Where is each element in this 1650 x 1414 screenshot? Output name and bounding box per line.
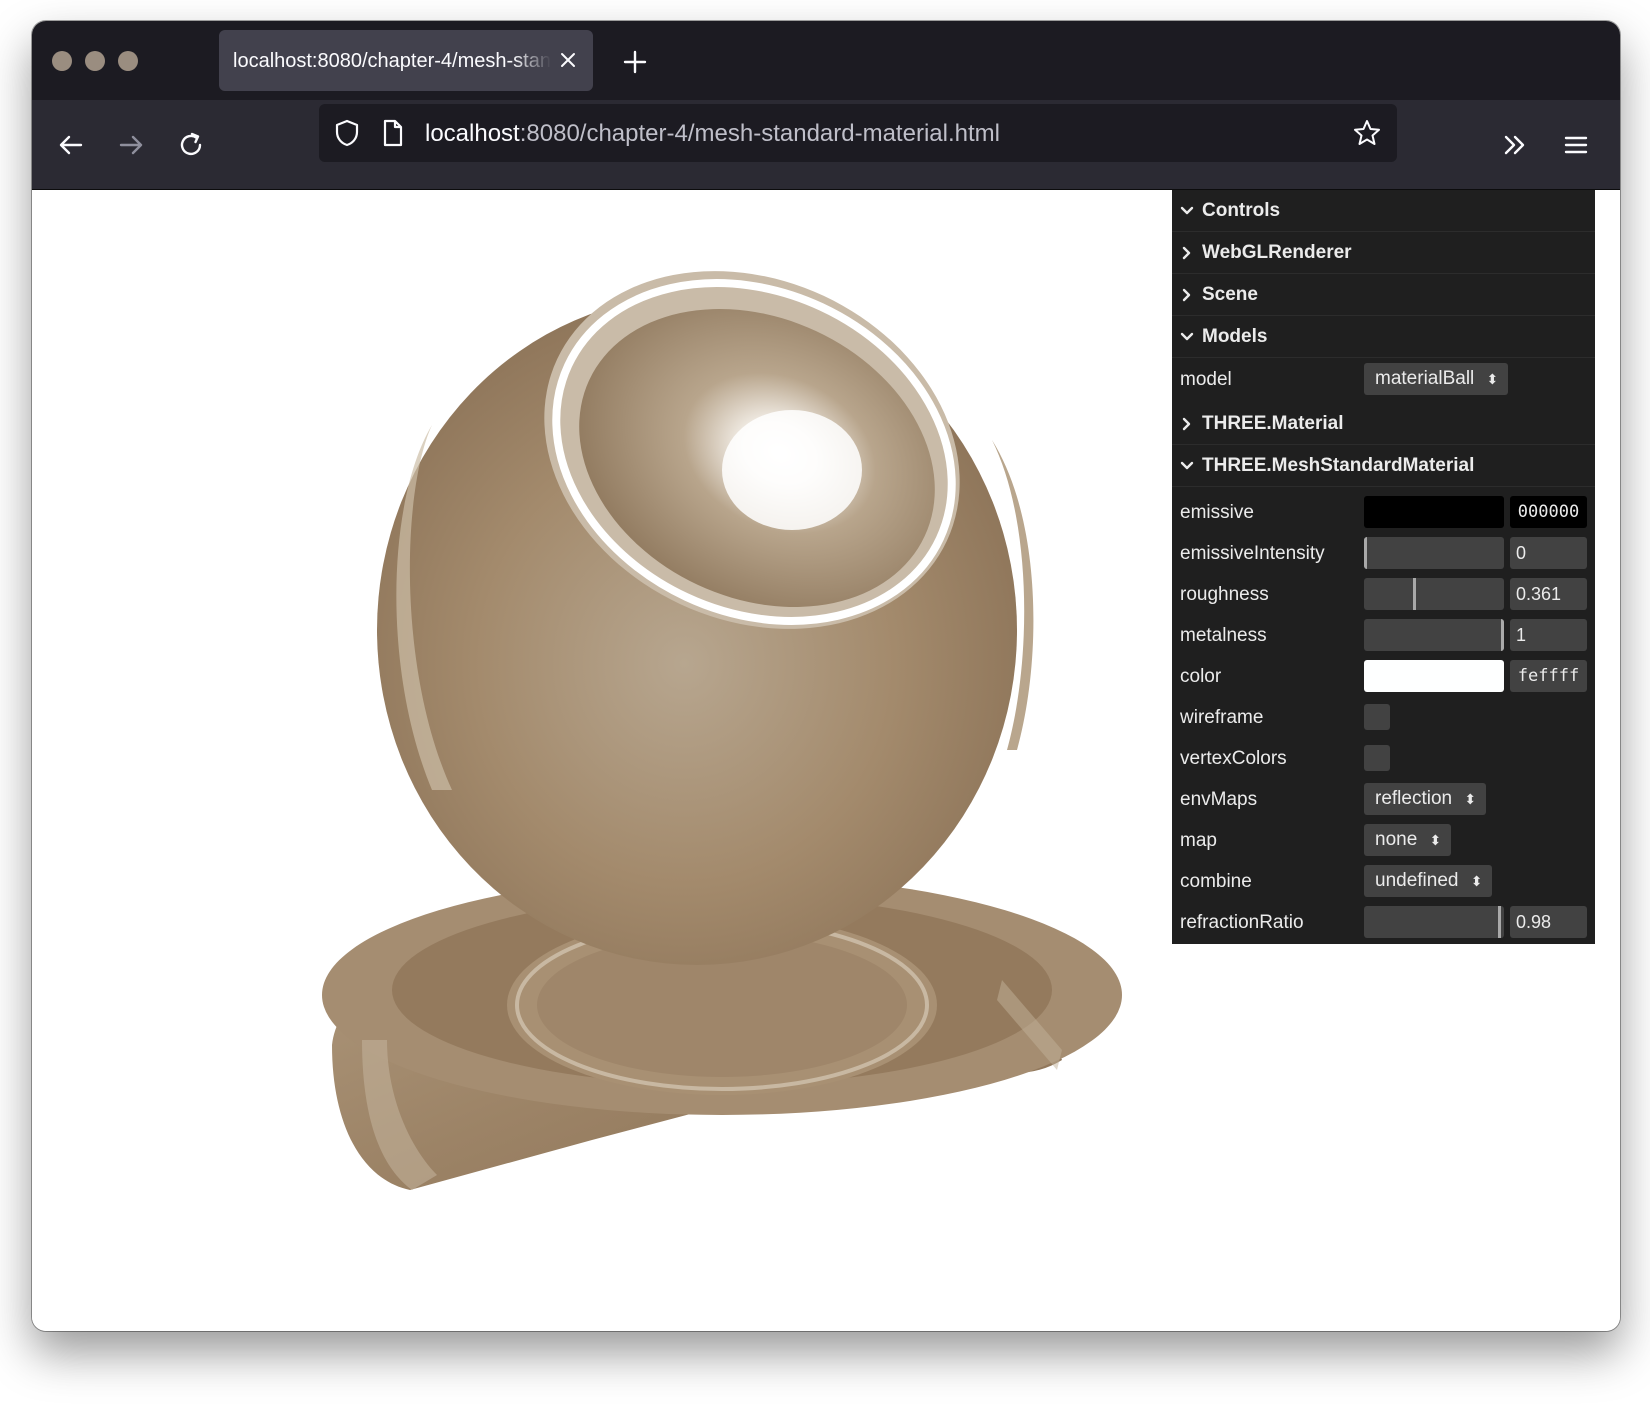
slider-handle[interactable] [1413,578,1417,610]
page-content: Controls WebGLRenderer Scene Models mode… [32,190,1620,1331]
scene-folder-header[interactable]: Scene [1172,274,1595,316]
combine-label: combine [1180,871,1252,892]
slider-handle[interactable] [1498,906,1502,938]
controls-panel: Controls WebGLRenderer Scene Models mode… [1172,190,1595,944]
model-label: model [1180,369,1232,390]
color-hex-input[interactable]: feffff [1510,660,1587,692]
roughness-slider[interactable] [1364,578,1504,610]
models-folder-header[interactable]: Models [1172,316,1595,358]
minimize-window-button[interactable] [85,51,105,71]
reload-icon[interactable] [176,130,206,160]
emissive-intensity-row: emissiveIntensity 0 [1172,532,1595,573]
webglrenderer-title: WebGLRenderer [1202,242,1352,263]
metalness-slider[interactable] [1364,619,1504,651]
bookmark-star-icon[interactable] [1352,118,1382,148]
close-icon[interactable] [557,49,579,71]
color-row: color feffff [1172,655,1595,696]
combine-row: combine undefined ⬍ [1172,860,1595,901]
browser-tab[interactable]: localhost:8080/chapter-4/mesh-standard-m… [219,30,593,91]
roughness-row: roughness 0.361 [1172,573,1595,614]
env-maps-label: envMaps [1180,789,1258,810]
refraction-ratio-label: refractionRatio [1180,912,1304,933]
select-arrows-icon: ⬍ [1486,371,1499,387]
navigation-bar: localhost:8080/chapter-4/mesh-standard-m… [32,100,1620,190]
new-tab-icon[interactable] [620,47,650,77]
controls-folder-header[interactable]: Controls [1172,190,1595,232]
env-maps-row: envMaps reflection ⬍ [1172,778,1595,819]
model-sphere [377,271,1034,965]
env-maps-select[interactable]: reflection ⬍ [1364,783,1487,815]
color-swatch[interactable] [1364,660,1504,692]
vertex-colors-row: vertexColors [1172,737,1595,778]
emissive-hex-input[interactable]: 000000 [1510,496,1587,528]
emissive-swatch[interactable] [1364,496,1504,528]
forward-arrow-icon[interactable] [116,130,146,160]
mesh-standard-material-title: THREE.MeshStandardMaterial [1202,455,1475,476]
metalness-label: metalness [1180,625,1267,646]
map-label: map [1180,830,1217,851]
url-path: :8080/chapter-4/mesh-standard-material.h… [519,120,1000,147]
model-select[interactable]: materialBall ⬍ [1364,363,1509,395]
chevrons-right-icon[interactable] [1500,130,1530,160]
combine-select-value: undefined [1375,870,1459,891]
webglrenderer-folder-header[interactable]: WebGLRenderer [1172,232,1595,274]
wireframe-row: wireframe [1172,696,1595,737]
roughness-label: roughness [1180,584,1269,605]
scene-title: Scene [1202,284,1258,305]
maximize-window-button[interactable] [118,51,138,71]
vertex-colors-label: vertexColors [1180,748,1287,769]
back-arrow-icon[interactable] [56,130,86,160]
map-row: map none ⬍ [1172,819,1595,860]
wireframe-checkbox[interactable] [1364,704,1390,730]
controls-title: Controls [1202,200,1281,221]
emissive-intensity-input[interactable]: 0 [1510,537,1587,569]
three-material-title: THREE.Material [1202,413,1344,434]
select-arrows-icon: ⬍ [1429,832,1442,848]
emissive-row: emissive 000000 [1172,491,1595,532]
emissive-label: emissive [1180,502,1254,523]
menu-icon[interactable] [1561,130,1591,160]
slider-handle[interactable] [1501,619,1504,651]
mesh-standard-material-folder-header[interactable]: THREE.MeshStandardMaterial [1172,445,1595,487]
page-icon[interactable] [381,118,405,148]
select-arrows-icon: ⬍ [1470,873,1483,889]
wireframe-label: wireframe [1180,707,1264,728]
tab-title: localhost:8080/chapter-4/mesh-standard-m… [233,50,551,72]
select-arrows-icon: ⬍ [1464,791,1477,807]
url-text[interactable]: localhost:8080/chapter-4/mesh-standard-m… [425,120,1000,148]
model-select-value: materialBall [1375,368,1475,389]
vertex-colors-checkbox[interactable] [1364,745,1390,771]
combine-select[interactable]: undefined ⬍ [1364,865,1493,897]
three-material-folder-header[interactable]: THREE.Material [1172,403,1595,445]
refraction-ratio-row: refractionRatio 0.98 [1172,901,1595,944]
emissive-intensity-label: emissiveIntensity [1180,543,1325,564]
env-maps-select-value: reflection [1375,788,1453,809]
refraction-ratio-input[interactable]: 0.98 [1510,906,1587,938]
metalness-input[interactable]: 1 [1510,619,1587,651]
emissive-intensity-slider[interactable] [1364,537,1504,569]
tab-bar: localhost:8080/chapter-4/mesh-standard-m… [32,21,1620,100]
metalness-row: metalness 1 [1172,614,1595,655]
roughness-input[interactable]: 0.361 [1510,578,1587,610]
color-label: color [1180,666,1222,687]
shield-icon[interactable] [333,118,361,148]
map-select-value: none [1375,829,1418,850]
models-title: Models [1202,326,1268,347]
model-row: model materialBall ⬍ [1172,358,1595,403]
url-bar[interactable]: localhost:8080/chapter-4/mesh-standard-m… [319,104,1397,162]
map-select[interactable]: none ⬍ [1364,824,1452,856]
slider-handle[interactable] [1364,537,1367,569]
url-host: localhost [425,120,520,147]
refraction-ratio-slider[interactable] [1364,906,1504,938]
close-window-button[interactable] [52,51,72,71]
browser-window: localhost:8080/chapter-4/mesh-standard-m… [32,21,1620,1331]
